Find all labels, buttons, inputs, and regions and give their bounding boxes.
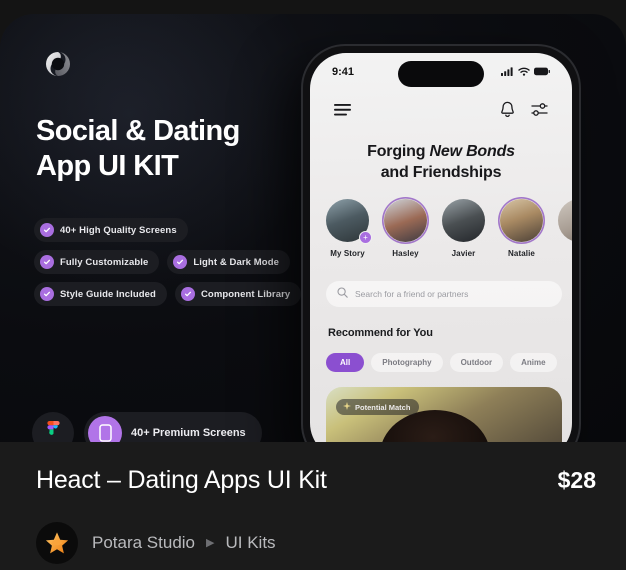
premium-screens-label: 40+ Premium Screens — [131, 427, 246, 439]
search-icon — [337, 285, 348, 303]
avatar-ring — [556, 197, 572, 244]
category-link[interactable]: UI Kits — [225, 533, 275, 553]
section-title: Recommend for You — [328, 327, 433, 339]
phone-mockup: 9:41 Forging New Bonds and Friendships +… — [303, 46, 579, 442]
avatar-ring: + — [324, 197, 372, 244]
feature-pill-row-1: 40+ High Quality Screens — [34, 218, 306, 242]
hero-headline-line2: App UI KIT — [36, 150, 179, 183]
chip-anime[interactable]: Anime — [510, 353, 557, 372]
page-title[interactable]: Heact – Dating Apps UI Kit — [36, 466, 327, 495]
feature-pill: Fully Customizable — [34, 250, 160, 274]
breadcrumb: Potara Studio ▶ UI Kits — [36, 522, 276, 564]
check-circle-icon — [173, 255, 188, 269]
feature-pill-list: 40+ High Quality Screens Fully Customiza… — [34, 218, 306, 314]
status-bar-icons — [501, 63, 550, 81]
hero-headline-line1: Social & Dating — [36, 115, 240, 147]
story-list: + My Story Hasley Javier Natalie — [324, 197, 572, 258]
feature-pill: Component Library — [174, 282, 302, 306]
product-info-footer: Heact – Dating Apps UI Kit $28 Potara St… — [0, 442, 626, 570]
story-label: Natalie — [508, 249, 535, 258]
story-item-natalie[interactable]: Natalie — [498, 197, 545, 258]
avatar-ring — [382, 197, 429, 244]
hero-preview-area[interactable]: Social & Dating App UI KIT 40+ High Qual… — [0, 14, 626, 442]
story-item-javier[interactable]: Javier — [440, 197, 487, 258]
wifi-icon — [518, 63, 530, 81]
hero-headline: Social & Dating App UI KIT — [36, 114, 336, 185]
feature-pill-label: Style Guide Included — [60, 288, 156, 300]
story-label: Javier — [451, 249, 476, 258]
cellular-signal-icon — [501, 63, 514, 81]
feature-pill: 40+ High Quality Screens — [34, 218, 188, 242]
category-chip-list: All Photography Outdoor Anime — [326, 353, 557, 372]
filter-sliders-icon[interactable] — [531, 102, 548, 122]
feature-pill-label: Light & Dark Mode — [193, 256, 279, 268]
story-label: My Story — [330, 249, 365, 258]
figma-logo-icon — [32, 412, 74, 442]
story-label: Hasley — [392, 249, 419, 258]
chip-photography[interactable]: Photography — [371, 353, 443, 372]
check-circle-icon — [40, 287, 54, 301]
chip-outdoor[interactable]: Outdoor — [449, 353, 504, 372]
search-placeholder: Search for a friend or partners — [355, 289, 469, 299]
story-item-my-story[interactable]: + My Story — [324, 197, 372, 258]
avatar-ring — [498, 197, 545, 244]
feature-pill-label: Fully Customizable — [60, 256, 149, 268]
app-headline-part2: and Friendships — [380, 164, 502, 182]
search-input[interactable]: Search for a friend or partners — [326, 281, 562, 307]
feature-pill-label: Component Library — [200, 288, 291, 300]
dynamic-island — [398, 61, 484, 87]
avatar[interactable] — [36, 522, 78, 564]
phone-screen: 9:41 Forging New Bonds and Friendships +… — [310, 53, 572, 442]
avatar — [442, 199, 485, 242]
sparkle-icon — [343, 402, 351, 412]
story-item-partial[interactable] — [556, 197, 572, 258]
feature-pill: Style Guide Included — [34, 282, 167, 306]
avatar — [558, 199, 572, 242]
app-headline-italic: New Bonds — [429, 143, 516, 160]
avatar-ring — [440, 197, 487, 244]
check-circle-icon — [40, 223, 54, 237]
add-story-plus-icon[interactable]: + — [359, 231, 372, 244]
app-headline-part1: Forging — [367, 143, 430, 160]
chip-all[interactable]: All — [326, 353, 365, 372]
battery-icon — [534, 63, 550, 81]
feature-pill-row-3: Style Guide Included Component Library — [34, 282, 306, 306]
product-price: $28 — [557, 467, 596, 493]
breadcrumb-items: Potara Studio ▶ UI Kits — [92, 533, 276, 553]
status-badge-label: Potential Match — [355, 402, 411, 412]
product-card-root: Social & Dating App UI KIT 40+ High Qual… — [0, 0, 626, 570]
status-bar-time: 9:41 — [332, 66, 355, 78]
mobile-phone-icon — [88, 416, 122, 442]
avatar — [500, 199, 543, 242]
app-nav-bar — [310, 101, 572, 123]
notification-bell-icon[interactable] — [500, 101, 515, 123]
hero-badge-row: 40+ Premium Screens — [32, 412, 262, 442]
product-title-row: Heact – Dating Apps UI Kit $28 — [36, 466, 596, 495]
feature-pill: Light & Dark Mode — [167, 250, 290, 274]
feature-pill-label: 40+ High Quality Screens — [60, 224, 177, 236]
premium-screens-badge: 40+ Premium Screens — [84, 412, 262, 442]
match-card[interactable]: Potential Match — [326, 387, 562, 442]
story-item-hasley[interactable]: Hasley — [382, 197, 429, 258]
hamburger-menu-icon[interactable] — [334, 103, 351, 121]
check-circle-icon — [40, 255, 54, 269]
status-badge: Potential Match — [336, 399, 420, 415]
app-nav-actions — [500, 101, 548, 123]
star-avatar-icon — [45, 532, 69, 554]
app-headline: Forging New Bonds and Friendships — [310, 141, 572, 183]
author-name[interactable]: Potara Studio — [92, 533, 195, 553]
chevron-right-icon: ▶ — [206, 536, 215, 549]
spiral-logo-icon — [36, 42, 80, 86]
avatar — [384, 199, 427, 242]
check-circle-icon — [180, 287, 195, 301]
feature-pill-row-2: Fully Customizable Light & Dark Mode — [34, 250, 306, 274]
